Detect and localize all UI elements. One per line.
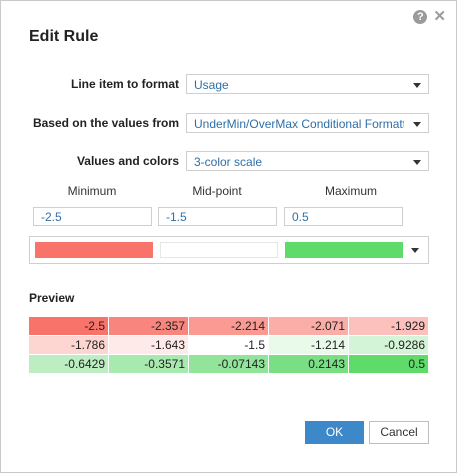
- preview-cell: -1.929: [349, 317, 429, 335]
- minimum-header: Minimum: [67, 184, 117, 198]
- line-item-value: Usage: [194, 78, 229, 92]
- maximum-color-swatch[interactable]: [285, 242, 403, 258]
- preview-cell: -1.786: [29, 336, 109, 354]
- midpoint-color-swatch[interactable]: [160, 242, 278, 258]
- ok-button[interactable]: OK: [305, 421, 364, 444]
- minimum-input[interactable]: -2.5: [33, 207, 152, 226]
- edit-rule-dialog: ? ✕ Edit Rule Line item to format Usage …: [0, 0, 457, 473]
- line-item-label: Line item to format: [70, 77, 179, 91]
- preview-cell: -0.9286: [349, 336, 429, 354]
- values-colors-label: Values and colors: [76, 154, 179, 168]
- preview-row: -0.6429 -0.3571 -0.07143 0.2143 0.5: [29, 355, 429, 374]
- values-colors-value: 3-color scale: [194, 155, 263, 169]
- based-on-label: Based on the values from: [32, 116, 179, 130]
- preview-row: -2.5 -2.357 -2.214 -2.071 -1.929: [29, 317, 429, 336]
- preview-cell: -2.214: [189, 317, 269, 335]
- preview-cell: -0.07143: [189, 355, 269, 373]
- preview-cell: -2.5: [29, 317, 109, 335]
- preview-cell: -1.5: [189, 336, 269, 354]
- based-on-value: UnderMin/OverMax Conditional Formattir: [194, 117, 404, 131]
- preview-cell: 0.2143: [269, 355, 349, 373]
- midpoint-input[interactable]: -1.5: [158, 207, 277, 226]
- preview-cell: -0.3571: [109, 355, 189, 373]
- preview-cell: -1.214: [269, 336, 349, 354]
- values-colors-select[interactable]: 3-color scale: [186, 151, 429, 171]
- maximum-header: Maximum: [324, 184, 377, 198]
- help-icon[interactable]: ?: [413, 10, 428, 24]
- preview-cell: -0.6429: [29, 355, 109, 373]
- preview-row: -1.786 -1.643 -1.5 -1.214 -0.9286: [29, 336, 429, 355]
- preview-label: Preview: [29, 291, 75, 305]
- maximum-input[interactable]: 0.5: [284, 207, 403, 226]
- preview-cell: -1.643: [109, 336, 189, 354]
- preview-cell: -2.071: [269, 317, 349, 335]
- chevron-down-icon: [413, 122, 421, 127]
- preview-grid: -2.5 -2.357 -2.214 -2.071 -1.929 -1.786 -1.643…: [29, 317, 429, 374]
- color-scale-picker[interactable]: [29, 236, 429, 264]
- dialog-title: Edit Rule: [29, 28, 99, 45]
- line-item-select[interactable]: Usage: [186, 74, 429, 94]
- chevron-down-icon: [413, 83, 421, 88]
- midpoint-header: Mid-point: [192, 184, 242, 198]
- chevron-down-icon: [413, 160, 421, 165]
- chevron-down-icon[interactable]: [411, 248, 419, 253]
- close-icon[interactable]: ✕: [433, 9, 446, 24]
- preview-cell: 0.5: [349, 355, 429, 373]
- based-on-select[interactable]: UnderMin/OverMax Conditional Formattir: [186, 113, 429, 133]
- cancel-button[interactable]: Cancel: [369, 421, 429, 444]
- preview-cell: -2.357: [109, 317, 189, 335]
- dialog-header-icons: ? ✕: [413, 9, 446, 24]
- minimum-color-swatch[interactable]: [35, 242, 153, 258]
